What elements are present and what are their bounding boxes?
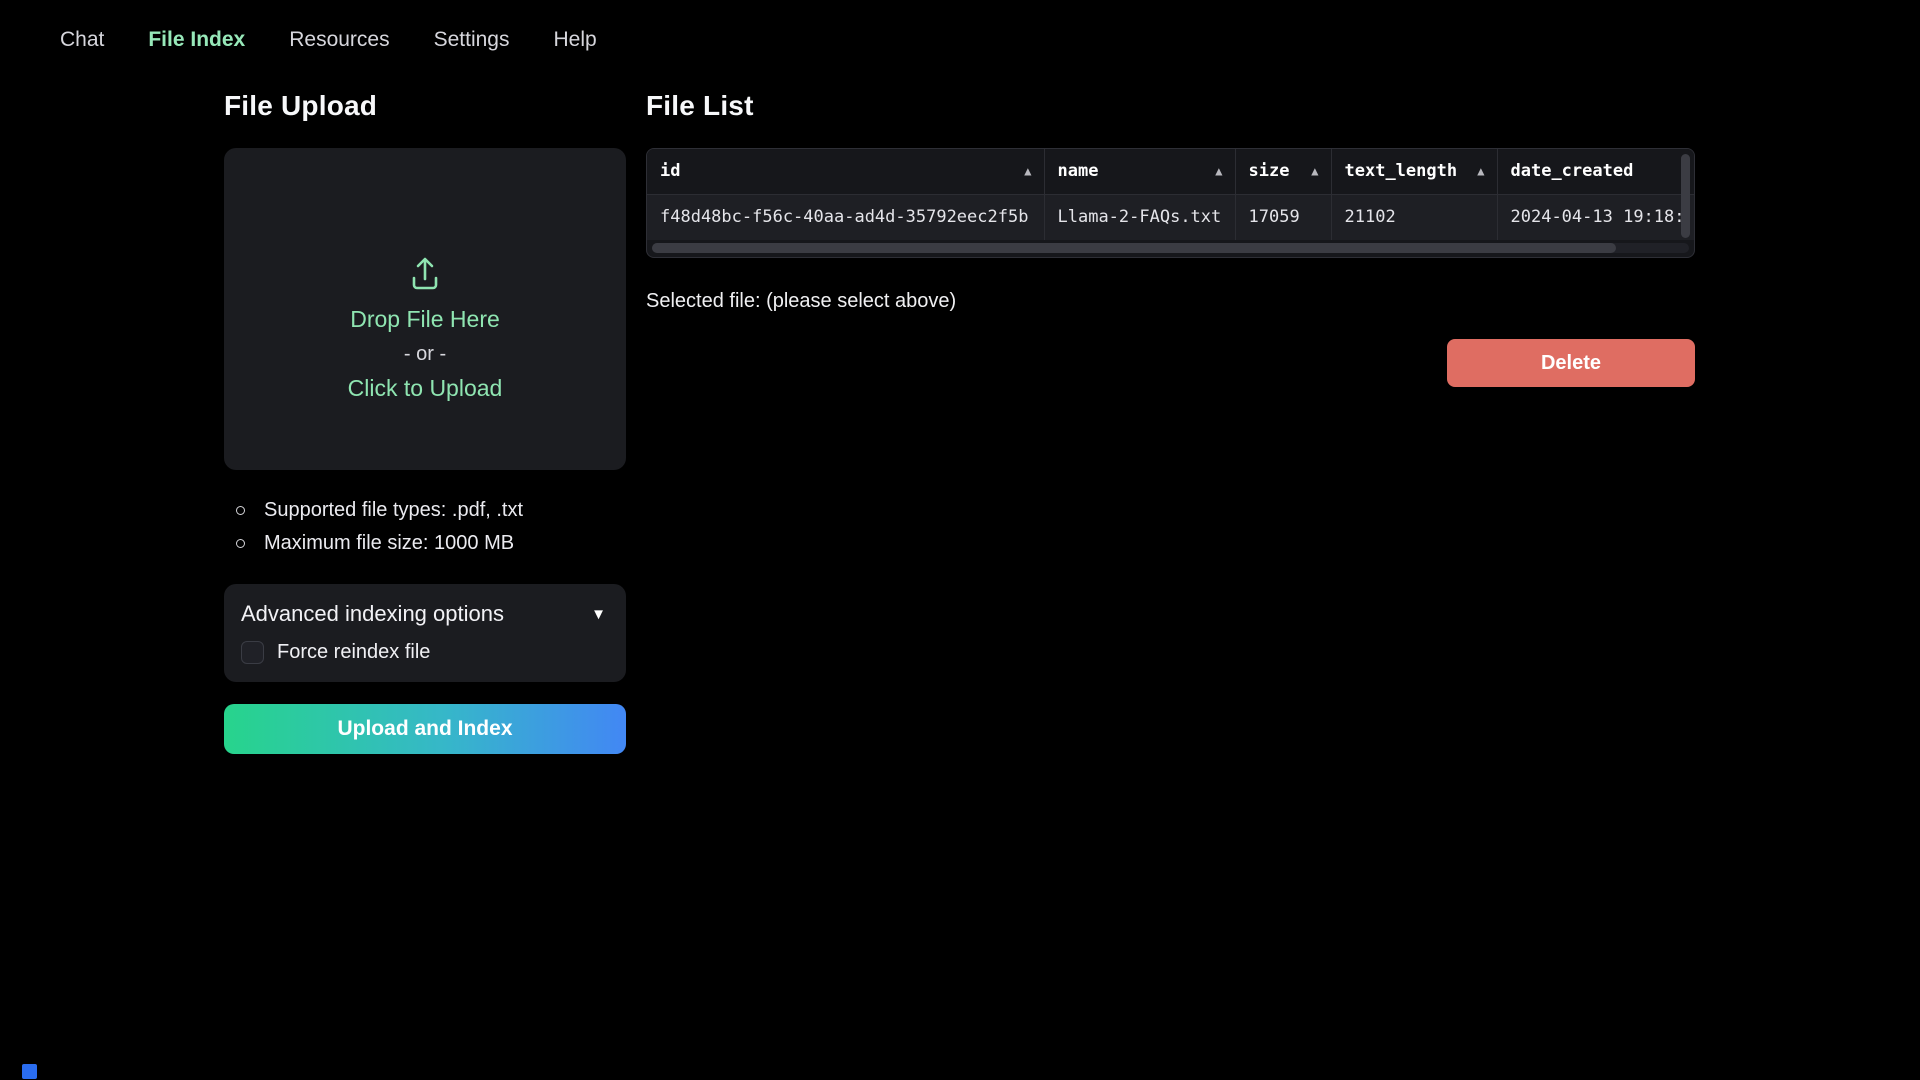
cell-name[interactable]: Llama-2-FAQs.txt	[1044, 194, 1235, 240]
table-vertical-scrollbar[interactable]	[1681, 154, 1690, 238]
force-reindex-label[interactable]: Force reindex file	[277, 641, 430, 664]
tab-file-index[interactable]: File Index	[148, 28, 245, 52]
file-upload-title: File Upload	[224, 90, 626, 122]
advanced-options-header[interactable]: Advanced indexing options ▼	[241, 601, 606, 627]
or-label: - or -	[404, 339, 446, 369]
upload-notes: Supported file types: .pdf, .txt Maximum…	[234, 494, 626, 560]
column-header-text_length[interactable]: text_length▲	[1331, 149, 1497, 194]
cell-size[interactable]: 17059	[1235, 194, 1331, 240]
advanced-options-accordion: Advanced indexing options ▼ Force reinde…	[224, 584, 626, 682]
top-nav: Chat File Index Resources Settings Help	[0, 0, 1920, 52]
table-header-row: id▲name▲size▲text_length▲date_created	[647, 149, 1694, 194]
upload-and-index-button[interactable]: Upload and Index	[224, 704, 626, 754]
corner-accent	[22, 1064, 37, 1079]
chevron-down-icon[interactable]: ▼	[591, 606, 606, 623]
column-header-date_created[interactable]: date_created	[1497, 149, 1694, 194]
force-reindex-checkbox[interactable]	[241, 641, 264, 664]
tab-resources[interactable]: Resources	[289, 28, 389, 52]
upload-icon	[406, 254, 444, 292]
sort-arrow-icon[interactable]: ▲	[1024, 164, 1031, 178]
column-header-name[interactable]: name▲	[1044, 149, 1235, 194]
file-upload-panel: File Upload Drop File Here - or - Click …	[224, 90, 626, 754]
table-body: f48d48bc-f56c-40aa-ad4d-35792eec2f5bLlam…	[647, 194, 1694, 240]
file-table-container: id▲name▲size▲text_length▲date_created f4…	[646, 148, 1695, 258]
column-header-id[interactable]: id▲	[647, 149, 1044, 194]
tab-help[interactable]: Help	[554, 28, 597, 52]
file-dropzone[interactable]: Drop File Here - or - Click to Upload	[224, 148, 626, 470]
cell-text_length[interactable]: 21102	[1331, 194, 1497, 240]
selected-file-text: Selected file: (please select above)	[646, 290, 1695, 313]
table-horizontal-scrollbar[interactable]	[652, 243, 1689, 253]
note-supported-types: Supported file types: .pdf, .txt	[234, 494, 626, 527]
tab-settings[interactable]: Settings	[434, 28, 510, 52]
drop-file-here-label: Drop File Here	[350, 304, 500, 335]
tab-chat[interactable]: Chat	[60, 28, 104, 52]
force-reindex-row[interactable]: Force reindex file	[241, 641, 606, 664]
sort-arrow-icon[interactable]: ▲	[1215, 164, 1222, 178]
column-header-size[interactable]: size▲	[1235, 149, 1331, 194]
cell-id[interactable]: f48d48bc-f56c-40aa-ad4d-35792eec2f5b	[647, 194, 1044, 240]
advanced-options-title: Advanced indexing options	[241, 601, 504, 627]
note-max-size: Maximum file size: 1000 MB	[234, 527, 626, 560]
horizontal-scrollbar-thumb[interactable]	[652, 243, 1616, 253]
cell-date_created[interactable]: 2024-04-13 19:18:	[1497, 194, 1694, 240]
file-list-title: File List	[646, 90, 1695, 122]
file-table: id▲name▲size▲text_length▲date_created f4…	[647, 149, 1694, 240]
table-row[interactable]: f48d48bc-f56c-40aa-ad4d-35792eec2f5bLlam…	[647, 194, 1694, 240]
file-list-panel: File List id▲name▲size▲text_length▲date_…	[646, 90, 1695, 754]
sort-arrow-icon[interactable]: ▲	[1477, 164, 1484, 178]
sort-arrow-icon[interactable]: ▲	[1311, 164, 1318, 178]
delete-button[interactable]: Delete	[1447, 339, 1695, 387]
click-to-upload-link[interactable]: Click to Upload	[348, 373, 503, 404]
